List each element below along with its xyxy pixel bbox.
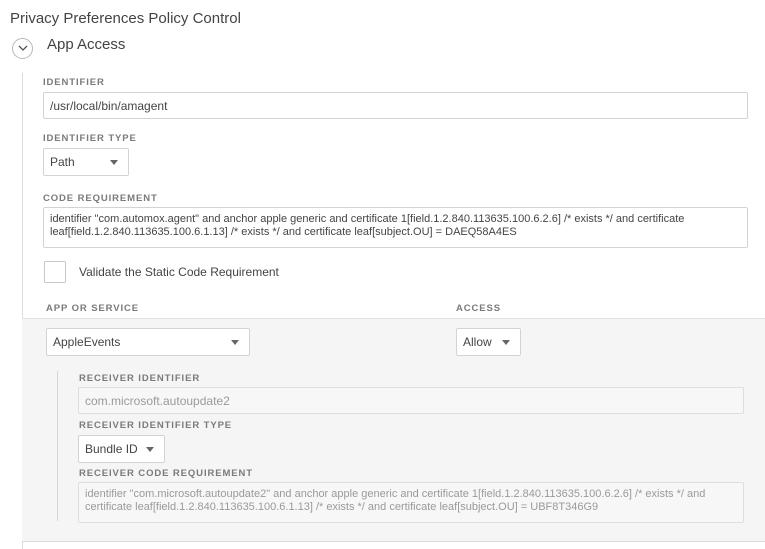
identifier-label: IDENTIFIER	[43, 77, 105, 88]
caret-down-icon	[110, 160, 118, 165]
caret-down-icon	[146, 447, 154, 452]
receiver-rail	[57, 371, 58, 521]
identifier-field[interactable]: /usr/local/bin/amagent	[43, 92, 748, 119]
app-service-value: AppleEvents	[53, 335, 121, 349]
receiver-identifier-label: RECEIVER IDENTIFIER	[79, 373, 201, 384]
code-requirement-field[interactable]: identifier "com.automox.agent" and ancho…	[43, 207, 748, 248]
access-select[interactable]: Allow	[456, 328, 521, 356]
receiver-code-requirement-label: RECEIVER CODE REQUIREMENT	[79, 468, 253, 479]
app-service-select[interactable]: AppleEvents	[46, 328, 250, 356]
receiver-identifier-field: com.microsoft.autoupdate2	[78, 387, 744, 414]
code-requirement-label: CODE REQUIREMENT	[43, 193, 158, 204]
receiver-identifier-type-select[interactable]: Bundle ID	[78, 435, 165, 463]
section-title: App Access	[47, 36, 126, 53]
identifier-type-value: Path	[50, 155, 75, 169]
collapse-toggle-button[interactable]	[12, 38, 33, 59]
receiver-identifier-type-value: Bundle ID	[85, 442, 138, 456]
receiver-identifier-value: com.microsoft.autoupdate2	[85, 393, 230, 408]
page-title: Privacy Preferences Policy Control	[10, 10, 241, 27]
caret-down-icon	[502, 340, 510, 345]
identifier-value: /usr/local/bin/amagent	[50, 98, 168, 113]
caret-down-icon	[231, 340, 239, 345]
identifier-type-label: IDENTIFIER TYPE	[43, 133, 137, 144]
access-value: Allow	[463, 335, 492, 349]
receiver-identifier-type-label: RECEIVER IDENTIFIER TYPE	[79, 420, 233, 431]
panel-divider	[22, 541, 765, 542]
app-service-label: APP OR SERVICE	[46, 303, 140, 314]
identifier-type-select[interactable]: Path	[43, 148, 129, 176]
access-label: ACCESS	[456, 303, 501, 314]
validate-label: Validate the Static Code Requirement	[79, 265, 279, 279]
receiver-code-requirement-field: identifier "com.microsoft.autoupdate2" a…	[78, 482, 744, 523]
validate-checkbox[interactable]	[44, 261, 66, 283]
chevron-down-icon	[18, 45, 28, 51]
